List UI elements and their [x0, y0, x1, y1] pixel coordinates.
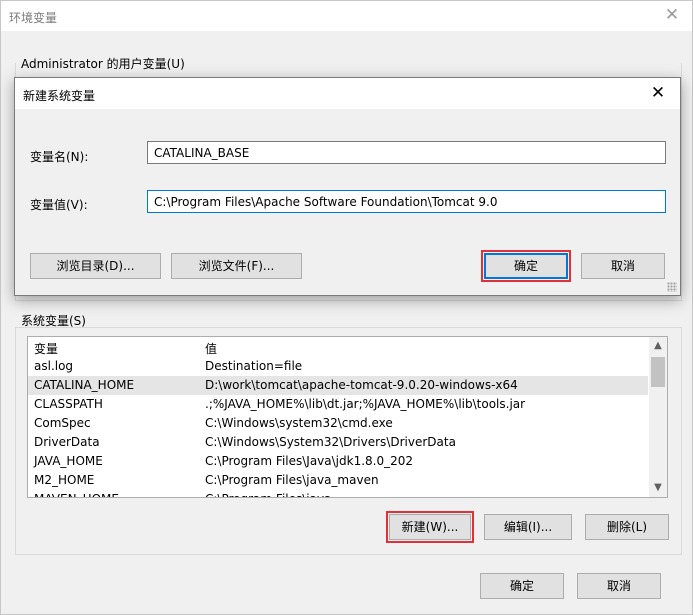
system-vars-list[interactable]: 变量 值 asl.log Destination=file CATALINA_HOM…	[27, 336, 668, 498]
outer-titlebar: 环境变量 ✕	[1, 1, 692, 31]
list-header: 变量 值	[28, 337, 648, 357]
row-variable-name: M2_HOME	[34, 473, 95, 487]
dialog-close-icon[interactable]: ✕	[648, 83, 668, 103]
outer-window-title: 环境变量	[9, 11, 58, 25]
row-variable-value: D:\work\tomcat\apache-tomcat-9.0.20-wind…	[205, 378, 518, 392]
delete-button[interactable]: 删除(L)	[585, 514, 669, 540]
row-variable-name: asl.log	[34, 359, 74, 373]
outer-close-icon[interactable]: ✕	[662, 5, 682, 25]
column-header-value[interactable]: 值	[205, 340, 217, 357]
row-variable-name: CATALINA_HOME	[34, 378, 135, 392]
dialog-cancel-button[interactable]: 取消	[581, 253, 665, 279]
variable-name-label: 变量名(N):	[30, 150, 89, 164]
table-row[interactable]: M2_HOME C:\Program Files\java_maven	[28, 471, 648, 490]
row-variable-name: MAVEN_HOME	[34, 492, 119, 497]
row-variable-value: C:\Program Files\java_maven	[205, 473, 379, 487]
variable-name-input[interactable]	[147, 141, 666, 164]
dialog-ok-button[interactable]: 确定	[484, 253, 568, 279]
table-row[interactable]: asl.log Destination=file	[28, 357, 648, 376]
row-variable-value: .;%JAVA_HOME%\lib\dt.jar;%JAVA_HOME%\lib…	[205, 397, 526, 411]
table-row[interactable]: CATALINA_HOME D:\work\tomcat\apache-tomca…	[28, 376, 648, 395]
table-row[interactable]: ComSpec C:\Windows\system32\cmd.exe	[28, 414, 648, 433]
dialog-titlebar: 新建系统变量 ✕	[15, 78, 680, 109]
row-variable-name: CLASSPATH	[34, 397, 103, 411]
row-variable-value: C:\Windows\System32\Drivers\DriverData	[205, 435, 456, 449]
scroll-down-icon[interactable]: ▼	[649, 479, 667, 497]
scroll-up-icon[interactable]: ▲	[649, 337, 667, 355]
variable-value-label: 变量值(V):	[30, 198, 88, 212]
dialog-title: 新建系统变量	[23, 89, 96, 103]
edit-button[interactable]: 编辑(I)...	[484, 514, 572, 540]
table-row[interactable]: JAVA_HOME C:\Program Files\Java\jdk1.8.0_…	[28, 452, 648, 471]
browse-directory-button[interactable]: 浏览目录(D)...	[30, 253, 161, 279]
row-variable-name: ComSpec	[34, 416, 91, 430]
new-system-variable-dialog: 新建系统变量 ✕ 变量名(N): 变量值(V): 浏览目录(D)... 浏览文件…	[14, 77, 681, 296]
row-variable-value: C:\Windows\system32\cmd.exe	[205, 416, 393, 430]
table-row[interactable]: MAVEN_HOME C:\Program Files\java...	[28, 490, 648, 497]
variable-value-input[interactable]	[147, 190, 666, 213]
row-variable-value: C:\Program Files\java...	[205, 492, 343, 497]
column-header-variable[interactable]: 变量	[34, 340, 58, 357]
list-vertical-scrollbar[interactable]: ▲ ▼	[649, 337, 667, 497]
scrollbar-thumb[interactable]	[651, 357, 665, 387]
browse-file-button[interactable]: 浏览文件(F)...	[171, 253, 302, 279]
row-variable-name: JAVA_HOME	[34, 454, 103, 468]
new-button[interactable]: 新建(W)...	[389, 514, 471, 540]
row-variable-value: Destination=file	[205, 359, 303, 373]
row-variable-name: DriverData	[34, 435, 100, 449]
cancel-button[interactable]: 取消	[577, 573, 661, 599]
row-variable-value: C:\Program Files\Java\jdk1.8.0_202	[205, 454, 414, 468]
table-row[interactable]: DriverData C:\Windows\System32\Drivers\Dr…	[28, 433, 648, 452]
resize-grip-icon[interactable]	[667, 282, 677, 292]
table-row[interactable]: CLASSPATH .;%JAVA_HOME%\lib\dt.jar;%JAVA_…	[28, 395, 648, 414]
ok-button[interactable]: 确定	[480, 573, 564, 599]
